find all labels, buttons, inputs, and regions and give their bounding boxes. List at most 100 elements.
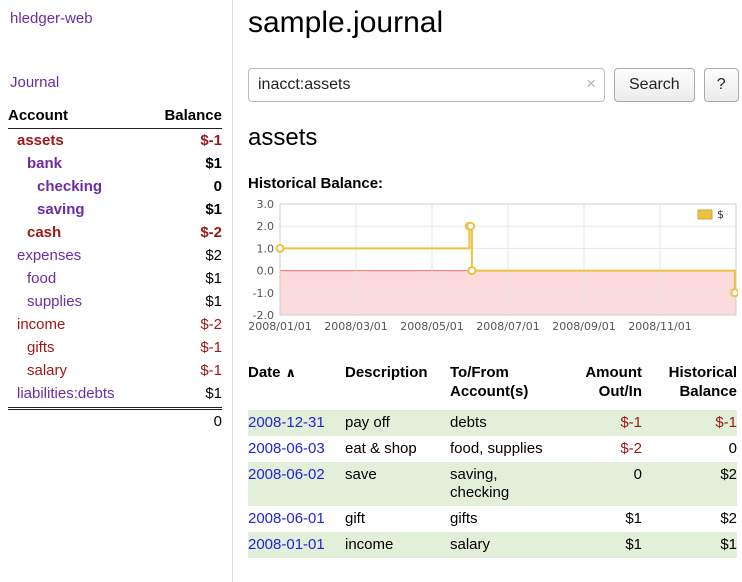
account-row: liabilities:debts $1 (8, 382, 222, 405)
txn-amount: $1 (565, 532, 642, 558)
svg-text:3.0: 3.0 (257, 200, 275, 211)
txn-accounts: debts (450, 410, 565, 436)
svg-text:2008/07/01: 2008/07/01 (476, 320, 539, 333)
txn-date-link[interactable]: 2008-12-31 (248, 414, 325, 431)
column-header-accounts: To/From Account(s) (450, 364, 565, 410)
svg-text:-1.0: -1.0 (253, 287, 274, 300)
account-balance: $1 (205, 267, 222, 290)
table-row: 2008-06-01 gift gifts $1 $2 (248, 506, 737, 532)
table-row: 2008-06-02 save saving, checking 0 $2 (248, 462, 737, 506)
account-balance: $-1 (200, 129, 222, 152)
txn-date-link[interactable]: 2008-06-01 (248, 510, 325, 527)
svg-text:2008/01/01: 2008/01/01 (248, 320, 311, 333)
svg-text:2.0: 2.0 (257, 220, 275, 233)
help-button[interactable]: ? (704, 68, 739, 102)
txn-description: gift (345, 506, 450, 532)
search-button[interactable]: Search (614, 68, 695, 102)
account-link[interactable]: gifts (8, 336, 55, 359)
accounts-header-account: Account (8, 107, 68, 124)
nav-journal-link[interactable]: Journal (10, 74, 232, 91)
accounts-total-row: 0 (8, 407, 222, 430)
table-row: 2008-01-01 income salary $1 $1 (248, 532, 737, 558)
accounts-total-value: 0 (214, 413, 222, 430)
txn-balance: $2 (642, 462, 737, 506)
txn-balance: 0 (642, 436, 737, 462)
account-balance: $2 (205, 244, 222, 267)
search-box: × (248, 68, 605, 102)
historical-balance-chart: 3.02.01.00.0-1.0-2.02008/01/012008/03/01… (248, 200, 738, 336)
accounts-list: assets $-1 bank $1 checking 0 saving $1 … (8, 129, 222, 405)
account-row: checking 0 (8, 175, 222, 198)
table-row: 2008-12-31 pay off debts $-1 $-1 (248, 410, 737, 436)
svg-text:0.0: 0.0 (257, 265, 275, 278)
transactions-header-row: Date∧ Description To/From Account(s) Amo… (248, 364, 737, 410)
account-balance: $-2 (200, 221, 222, 244)
txn-amount: $1 (565, 506, 642, 532)
account-link[interactable]: bank (8, 152, 62, 175)
table-row: 2008-06-03 eat & shop food, supplies $-2… (248, 436, 737, 462)
account-balance: 0 (214, 175, 222, 198)
account-link[interactable]: assets (8, 129, 64, 152)
account-link[interactable]: food (8, 267, 56, 290)
account-row: saving $1 (8, 198, 222, 221)
account-balance: $-1 (200, 359, 222, 382)
sort-ascending-icon: ∧ (286, 365, 297, 380)
account-link[interactable]: expenses (8, 244, 81, 267)
account-row: expenses $2 (8, 244, 222, 267)
account-row: gifts $-1 (8, 336, 222, 359)
account-row: food $1 (8, 267, 222, 290)
txn-amount: 0 (565, 462, 642, 506)
account-balance: $-1 (200, 336, 222, 359)
accounts-table-header: Account Balance (8, 107, 222, 129)
brand-link[interactable]: hledger-web (10, 10, 232, 27)
txn-description: save (345, 462, 450, 506)
account-row: bank $1 (8, 152, 222, 175)
txn-description: eat & shop (345, 436, 450, 462)
account-row: cash $-2 (8, 221, 222, 244)
txn-accounts: saving, checking (450, 462, 565, 506)
txn-accounts: salary (450, 532, 565, 558)
txn-amount: $-2 (565, 436, 642, 462)
svg-text:2008/05/01: 2008/05/01 (400, 320, 463, 333)
txn-date-link[interactable]: 2008-06-02 (248, 466, 325, 483)
svg-text:2008/09/01: 2008/09/01 (552, 320, 615, 333)
txn-balance: $1 (642, 532, 737, 558)
account-link[interactable]: saving (8, 198, 85, 221)
txn-description: income (345, 532, 450, 558)
account-link[interactable]: liabilities:debts (8, 382, 115, 405)
search-input[interactable] (248, 68, 605, 102)
column-header-date[interactable]: Date∧ (248, 364, 345, 410)
txn-balance: $-1 (642, 410, 737, 436)
clear-search-icon[interactable]: × (586, 74, 596, 94)
account-link[interactable]: cash (8, 221, 61, 244)
account-balance: $1 (205, 198, 222, 221)
column-header-amount: Amount Out/In (565, 364, 642, 410)
account-row: income $-2 (8, 313, 222, 336)
account-balance: $1 (205, 152, 222, 175)
svg-text:2008/03/01: 2008/03/01 (324, 320, 387, 333)
account-row: assets $-1 (8, 129, 222, 152)
account-link[interactable]: income (8, 313, 65, 336)
chart-label: Historical Balance: (248, 175, 737, 192)
txn-date-link[interactable]: 2008-01-01 (248, 536, 325, 553)
page-title: sample.journal (248, 6, 737, 41)
account-title: assets (248, 124, 737, 152)
account-balance: $1 (205, 290, 222, 313)
column-header-description: Description (345, 364, 450, 410)
svg-text:$: $ (717, 208, 724, 221)
account-link[interactable]: supplies (8, 290, 82, 313)
txn-date-link[interactable]: 2008-06-03 (248, 440, 325, 457)
accounts-table: Account Balance assets $-1 bank $1 check… (8, 107, 222, 430)
transactions-table: Date∧ Description To/From Account(s) Amo… (248, 364, 737, 558)
accounts-header-balance: Balance (164, 107, 222, 124)
txn-description: pay off (345, 410, 450, 436)
svg-text:1.0: 1.0 (257, 242, 275, 255)
svg-text:2008/11/01: 2008/11/01 (628, 320, 691, 333)
txn-amount: $-1 (565, 410, 642, 436)
search-form: × Search ? (248, 68, 737, 102)
sidebar: hledger-web Journal Account Balance asse… (0, 0, 233, 582)
txn-balance: $2 (642, 506, 737, 532)
account-link[interactable]: checking (8, 175, 102, 198)
account-row: supplies $1 (8, 290, 222, 313)
account-link[interactable]: salary (8, 359, 67, 382)
